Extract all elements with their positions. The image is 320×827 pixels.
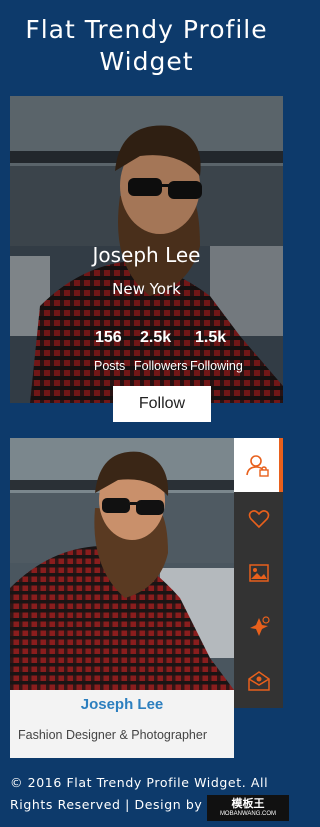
watermark-logo[interactable]: 模板王 MOBANWANG.COM [207,795,289,821]
profile-card-overlay: Joseph Lee New York 156 2.5k 1.5k Posts … [10,96,283,403]
footer-credits: Rights Reserved | Design by [10,797,203,812]
mail-icon [247,671,270,691]
share-icon [249,616,270,636]
menu-item-profile[interactable] [234,438,283,492]
profile-location: New York [112,280,181,298]
image-icon [248,564,269,582]
profile-role: Fashion Designer & Photographer [18,728,208,742]
profile-photo-2 [10,438,234,690]
menu-item-mail[interactable] [234,654,283,708]
page-title-text: Flat Trendy Profile Widget [25,15,268,76]
menu-item-share[interactable] [234,600,283,654]
profile-info-panel: Joseph Lee Fashion Designer & Photograph… [10,690,234,758]
watermark-sub: MOBANWANG.COM [219,811,277,817]
menu-item-gallery[interactable] [234,546,283,600]
follow-button[interactable]: Follow [113,386,211,422]
page: Flat Trendy Profile Widget Joseph Lee Ne… [0,0,293,827]
side-icon-menu [234,438,283,708]
profile-name: Joseph Lee [92,243,201,267]
followers-count: 2.5k [140,329,172,346]
profile-name-2: Joseph Lee [80,696,164,713]
menu-item-likes[interactable] [234,492,283,546]
heart-icon [248,510,269,529]
user-lock-icon [245,455,269,477]
page-title: Flat Trendy Profile Widget [0,14,293,78]
watermark-main: 模板王 [231,797,265,810]
posts-count: 156 [95,329,122,346]
following-label: Following [190,359,243,373]
posts-label: Posts [94,359,126,373]
profile-card-sidebar [10,438,234,690]
following-count: 1.5k [195,329,227,346]
followers-label: Followers [134,359,188,373]
